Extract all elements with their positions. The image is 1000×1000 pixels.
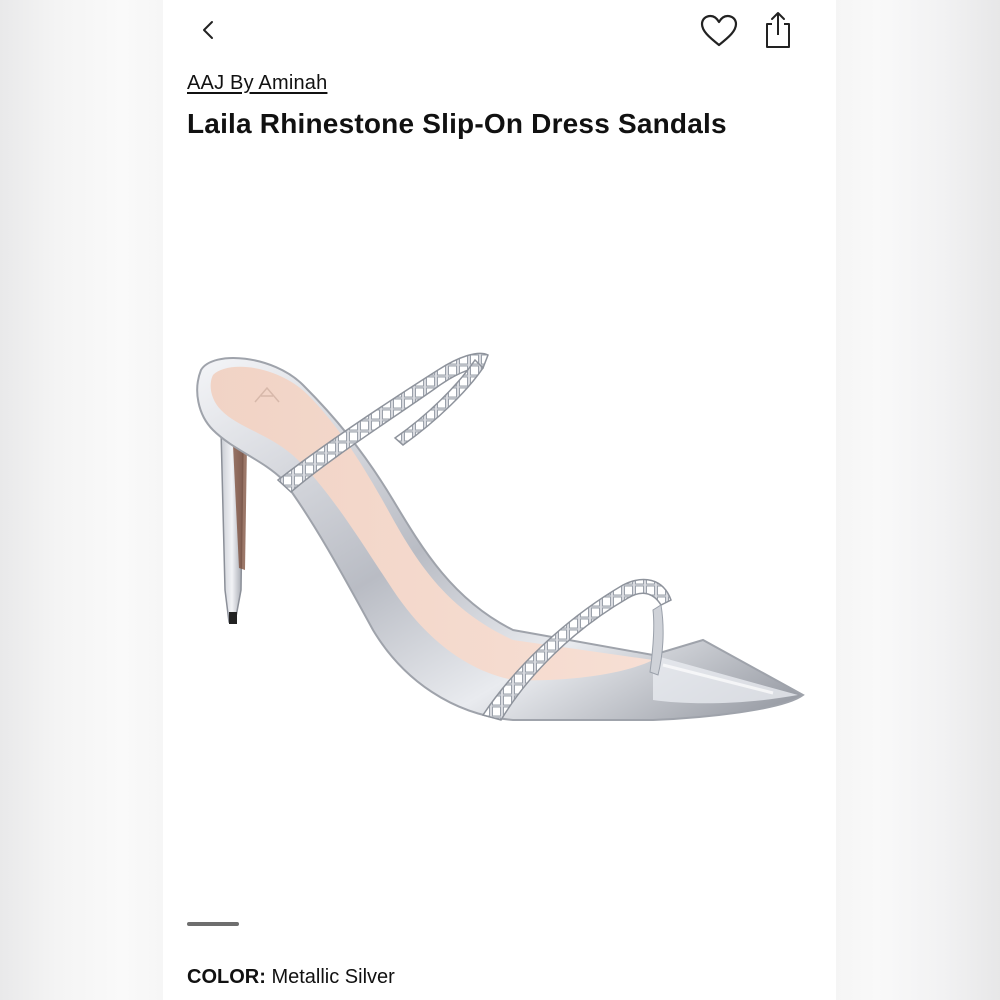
top-bar [163,0,836,62]
back-button[interactable] [193,12,223,48]
carousel-indicator[interactable] [187,922,239,926]
product-title: Laila Rhinestone Slip-On Dress Sandals [187,108,727,139]
heart-outline-icon [700,14,738,47]
color-selection: COLOR: Metallic Silver [187,966,395,989]
chevron-left-icon [203,21,213,39]
color-value: Metallic Silver [271,966,395,988]
photo-frame: AAJ By Aminah Laila Rhinestone Slip-On D… [0,0,1000,1000]
color-label: COLOR: [187,966,266,988]
product-image[interactable] [183,310,813,750]
product-page: AAJ By Aminah Laila Rhinestone Slip-On D… [163,0,836,1000]
right-background [836,0,1000,1000]
favorite-button[interactable] [698,10,740,52]
left-background [0,0,163,1000]
brand-link[interactable]: AAJ By Aminah [187,72,327,95]
share-button[interactable] [759,8,797,52]
share-icon [766,12,790,48]
